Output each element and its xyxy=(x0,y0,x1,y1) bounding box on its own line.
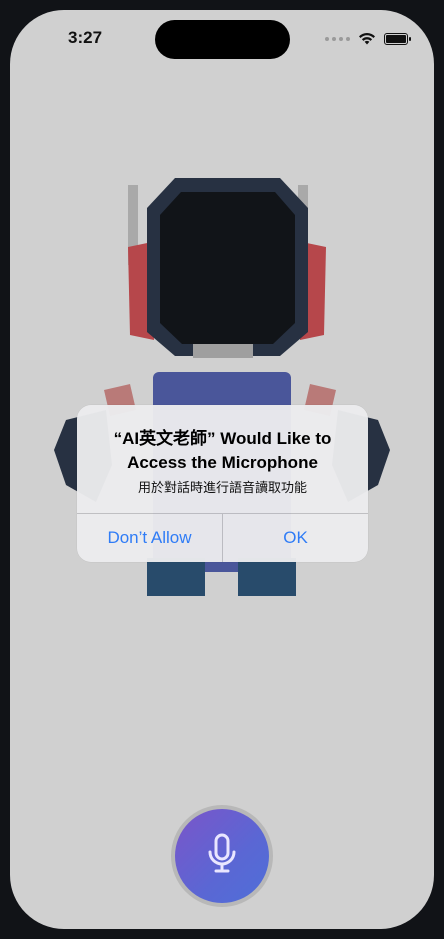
alert-title: “AI英文老師” Would Like to Access the Microp… xyxy=(113,429,332,472)
alert-message: 用於對話時進行語音讀取功能 xyxy=(137,480,307,495)
mic-button-inner xyxy=(175,809,269,903)
dont-allow-button[interactable]: Don’t Allow xyxy=(77,514,222,562)
phone-frame: 3:27 “AI英文老師” Would Like to Access the M… xyxy=(0,0,444,939)
microphone-icon xyxy=(205,832,239,881)
mic-button[interactable] xyxy=(171,805,273,907)
alert-buttons: Don’t Allow OK xyxy=(77,513,368,562)
app-screen: 3:27 “AI英文老師” Would Like to Access the M… xyxy=(10,10,434,929)
microphone-permission-alert: “AI英文老師” Would Like to Access the Microp… xyxy=(77,405,368,562)
ok-button[interactable]: OK xyxy=(222,514,368,562)
